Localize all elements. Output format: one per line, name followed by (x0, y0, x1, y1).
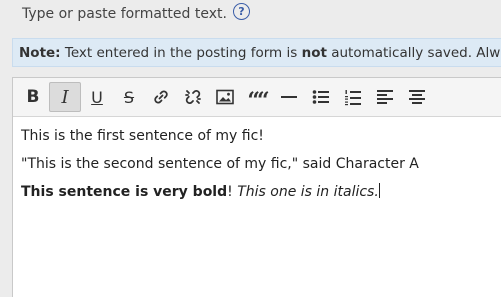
horizontal-rule-button[interactable] (273, 82, 305, 112)
numbered-list-button[interactable] (337, 82, 369, 112)
note-text-before: Text entered in the posting form is (60, 44, 302, 61)
punctuation-text: ! (227, 184, 238, 200)
strikethrough-button[interactable]: S (113, 82, 145, 112)
image-button[interactable] (209, 82, 241, 112)
blockquote-button[interactable]: ““ (241, 82, 273, 114)
align-center-icon (409, 90, 425, 104)
unlink-button[interactable] (177, 82, 209, 112)
bulleted-list-button[interactable] (305, 82, 337, 112)
editor-content[interactable]: This is the first sentence of my fic! "T… (13, 117, 501, 201)
paragraph-3: This sentence is very bold! This one is … (21, 183, 493, 201)
help-icon[interactable]: ? (232, 2, 250, 20)
unlink-icon (185, 90, 201, 104)
note-label: Note: (19, 44, 61, 61)
italic-button[interactable]: I (49, 82, 81, 112)
paragraph-1: This is the first sentence of my fic! (21, 128, 264, 144)
note-text-after: automatically saved. Alwa (326, 44, 501, 61)
align-center-button[interactable] (401, 82, 433, 112)
hint-text: Type or paste formatted text. (22, 6, 227, 22)
editor-hint: Type or paste formatted text. ? (22, 2, 250, 26)
bold-button[interactable]: B (17, 82, 49, 112)
image-icon (216, 89, 234, 105)
italic-text: This one is in italics. (237, 184, 379, 200)
note-emphasis: not (301, 44, 327, 61)
bulleted-list-icon (312, 90, 329, 104)
bold-icon: B (26, 87, 40, 107)
italic-icon: I (61, 86, 69, 108)
rich-text-editor: B I U S ““ This is the first sentence of… (12, 77, 501, 297)
editor-toolbar: B I U S ““ (13, 78, 501, 117)
link-button[interactable] (145, 82, 177, 112)
numbered-list-icon (345, 89, 361, 105)
horizontal-rule-icon (281, 96, 297, 98)
strikethrough-icon: S (123, 87, 135, 107)
align-left-icon (377, 90, 393, 104)
text-caret (378, 183, 380, 198)
underline-icon: U (91, 87, 103, 107)
note-banner: Note: Text entered in the posting form i… (12, 38, 501, 67)
blockquote-icon: ““ (247, 88, 269, 114)
align-left-button[interactable] (369, 82, 401, 112)
link-icon (154, 90, 168, 104)
paragraph-2: "This is the second sentence of my fic,"… (21, 156, 419, 172)
bold-text: This sentence is very bold (21, 184, 228, 200)
underline-button[interactable]: U (81, 82, 113, 112)
